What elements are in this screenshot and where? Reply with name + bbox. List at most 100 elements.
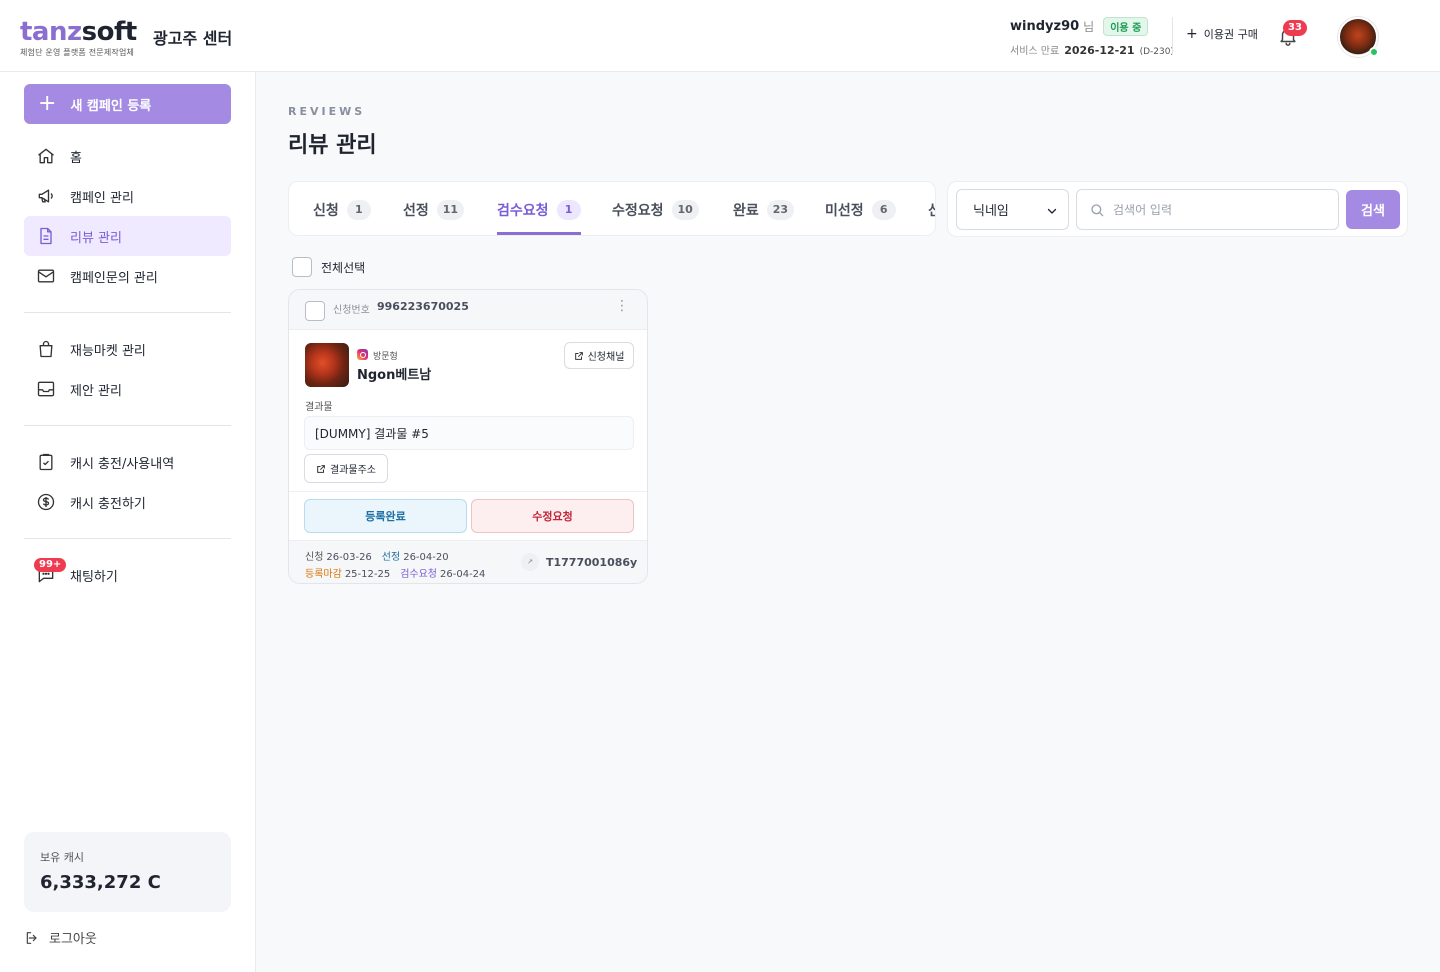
sidebar-item-home[interactable]: 홈 xyxy=(24,136,231,176)
review-date-label: 검수요청 xyxy=(400,569,438,580)
expire-date: 2026-12-21 xyxy=(1064,44,1135,57)
page-eyebrow: REVIEWS xyxy=(288,105,366,118)
sidebar: + 새 캠페인 등록 홈 캠페인 관리 리뷰 관리 캠페인문의 관리 재능마켓 … xyxy=(0,72,256,972)
tab-count: 1 xyxy=(346,199,371,220)
search-panel: 닉네임 검색 xyxy=(947,181,1408,237)
sidebar-item-talent-market[interactable]: 재능마켓 관리 xyxy=(24,329,231,369)
approve-button[interactable]: 등록완료 xyxy=(304,499,467,533)
logout-icon xyxy=(26,931,37,944)
logo[interactable]: tanzsoft 체험단 운영 플랫폼 전문제작업체 xyxy=(20,19,137,58)
sidebar-item-reviews[interactable]: 리뷰 관리 xyxy=(24,216,231,256)
search-field-select[interactable]: 닉네임 xyxy=(956,189,1069,230)
application-number-label: 신청번호 xyxy=(333,305,370,316)
result-url-button[interactable]: 결과물주소 xyxy=(304,454,388,483)
tab-label: 신 xyxy=(928,200,935,220)
page-title: 리뷰 관리 xyxy=(288,133,377,158)
bag-icon xyxy=(39,340,53,358)
tab-apply[interactable]: 신청 1 xyxy=(313,182,371,235)
deadline-date: 25-12-25 xyxy=(344,569,391,580)
card-divider xyxy=(289,491,647,492)
date-row: 등록마감 25-12-25 검수요청 26-04-24 xyxy=(305,565,485,580)
tab-label: 신청 xyxy=(313,202,339,219)
tab-label: 완료 xyxy=(733,202,759,219)
external-link-icon xyxy=(317,464,325,473)
sidebar-item-cash-charge[interactable]: 캐시 충전하기 xyxy=(24,482,231,522)
active-tab-indicator xyxy=(497,232,581,235)
select-all-label: 전체선택 xyxy=(321,260,366,275)
username: windyz90 xyxy=(1010,19,1080,34)
logout-button[interactable]: 로그아웃 xyxy=(24,928,97,947)
logo-part2: soft xyxy=(81,17,138,47)
buy-license-button[interactable]: + 이용권 구매 xyxy=(1186,26,1258,42)
search-input-wrapper xyxy=(1076,189,1339,230)
more-options-icon[interactable]: ⋮ xyxy=(615,299,629,313)
header-divider xyxy=(1172,17,1173,55)
plus-icon: + xyxy=(38,91,57,116)
cash-label: 보유 캐시 xyxy=(40,851,84,864)
card-header: 신청번호 996223670025 ⋮ xyxy=(289,290,647,330)
sidebar-item-label: 캐시 충전하기 xyxy=(70,496,146,512)
tab-not-selected[interactable]: 미선정 6 xyxy=(825,182,896,235)
select-all-checkbox[interactable] xyxy=(292,257,312,277)
buy-license-label: 이용권 구매 xyxy=(1203,28,1258,41)
clipboard-check-icon xyxy=(39,453,53,471)
review-card: 신청번호 996223670025 ⋮ 방문형 Ngon베트남 신청채널 결과물… xyxy=(288,289,648,584)
tab-label: 검수요청 xyxy=(497,202,549,219)
tracking-code: T1777001086y xyxy=(546,555,638,569)
honorific: 님 xyxy=(1083,20,1095,34)
search-button[interactable]: 검색 xyxy=(1346,190,1400,229)
dollar-icon xyxy=(37,493,55,511)
tab-overflow[interactable]: 신 xyxy=(928,182,935,235)
date-row: 신청 26-03-26 선정 26-04-20 xyxy=(305,548,449,563)
new-campaign-label: 새 캠페인 등록 xyxy=(70,98,152,114)
store-name: Ngon베트남 xyxy=(357,368,432,383)
sidebar-item-cash-history[interactable]: 캐시 충전/사용내역 xyxy=(24,442,231,482)
link-icon: ↗ xyxy=(521,553,539,571)
tab-review-request[interactable]: 검수요청 1 xyxy=(497,182,581,235)
sidebar-item-label: 제안 관리 xyxy=(70,383,122,399)
tab-complete[interactable]: 완료 23 xyxy=(733,182,795,235)
sidebar-item-label: 캠페인 관리 xyxy=(70,190,134,206)
select-date: 26-04-20 xyxy=(403,552,449,563)
application-channel-button[interactable]: 신청채널 xyxy=(564,342,634,369)
megaphone-icon xyxy=(38,189,53,203)
search-input[interactable] xyxy=(1113,202,1313,217)
tab-label: 미선정 xyxy=(825,202,864,219)
notification-count: 33 xyxy=(1283,20,1307,36)
home-icon xyxy=(38,148,54,164)
search-field-value: 닉네임 xyxy=(973,204,1009,219)
tab-selected[interactable]: 선정 11 xyxy=(403,182,465,235)
status-tabs: 신청 1 선정 11 검수요청 1 수정요청 10 완료 23 미선정 6 신 xyxy=(288,181,936,236)
new-campaign-button[interactable]: + 새 캠페인 등록 xyxy=(24,84,231,124)
tab-label: 선정 xyxy=(403,202,429,219)
channel-button-label: 신청채널 xyxy=(587,352,625,363)
tab-count: 1 xyxy=(556,199,581,220)
card-footer: 신청 26-03-26 선정 26-04-20 등록마감 25-12-25 검수요청 2… xyxy=(289,540,647,583)
result-label: 결과물 xyxy=(305,402,333,413)
sidebar-divider xyxy=(24,312,231,313)
logo-part1: tanz xyxy=(20,17,82,47)
tab-count: 23 xyxy=(766,199,795,220)
search-icon xyxy=(1091,203,1104,216)
result-text: [DUMMY] 결과물 #5 xyxy=(304,416,634,450)
tab-revision-request[interactable]: 수정요청 10 xyxy=(612,182,699,235)
sidebar-item-proposals[interactable]: 제안 관리 xyxy=(24,369,231,409)
center-name: 광고주 센터 xyxy=(153,29,233,48)
request-revision-button[interactable]: 수정요청 xyxy=(471,499,634,533)
user-info: windyz90 님 이용 중 서비스 만료 2026-12-21 (D-230… xyxy=(1010,17,1174,57)
dday: (D-230) xyxy=(1139,47,1174,57)
select-all[interactable]: 전체선택 xyxy=(292,257,365,277)
tab-count: 11 xyxy=(436,199,465,220)
sidebar-item-label: 리뷰 관리 xyxy=(70,230,122,246)
sidebar-item-campaigns[interactable]: 캠페인 관리 xyxy=(24,176,231,216)
document-icon xyxy=(40,227,52,245)
logout-label: 로그아웃 xyxy=(49,932,97,947)
tab-count: 10 xyxy=(671,199,699,220)
apply-date-label: 신청 xyxy=(305,552,324,563)
logo-wordmark: tanzsoft xyxy=(20,19,137,45)
logo-tagline: 체험단 운영 플랫폼 전문제작업체 xyxy=(20,48,135,57)
card-checkbox[interactable] xyxy=(305,301,325,321)
sidebar-item-inquiries[interactable]: 캠페인문의 관리 xyxy=(24,256,231,296)
status-badge: 이용 중 xyxy=(1103,17,1149,36)
deadline-label: 등록마감 xyxy=(305,569,342,580)
